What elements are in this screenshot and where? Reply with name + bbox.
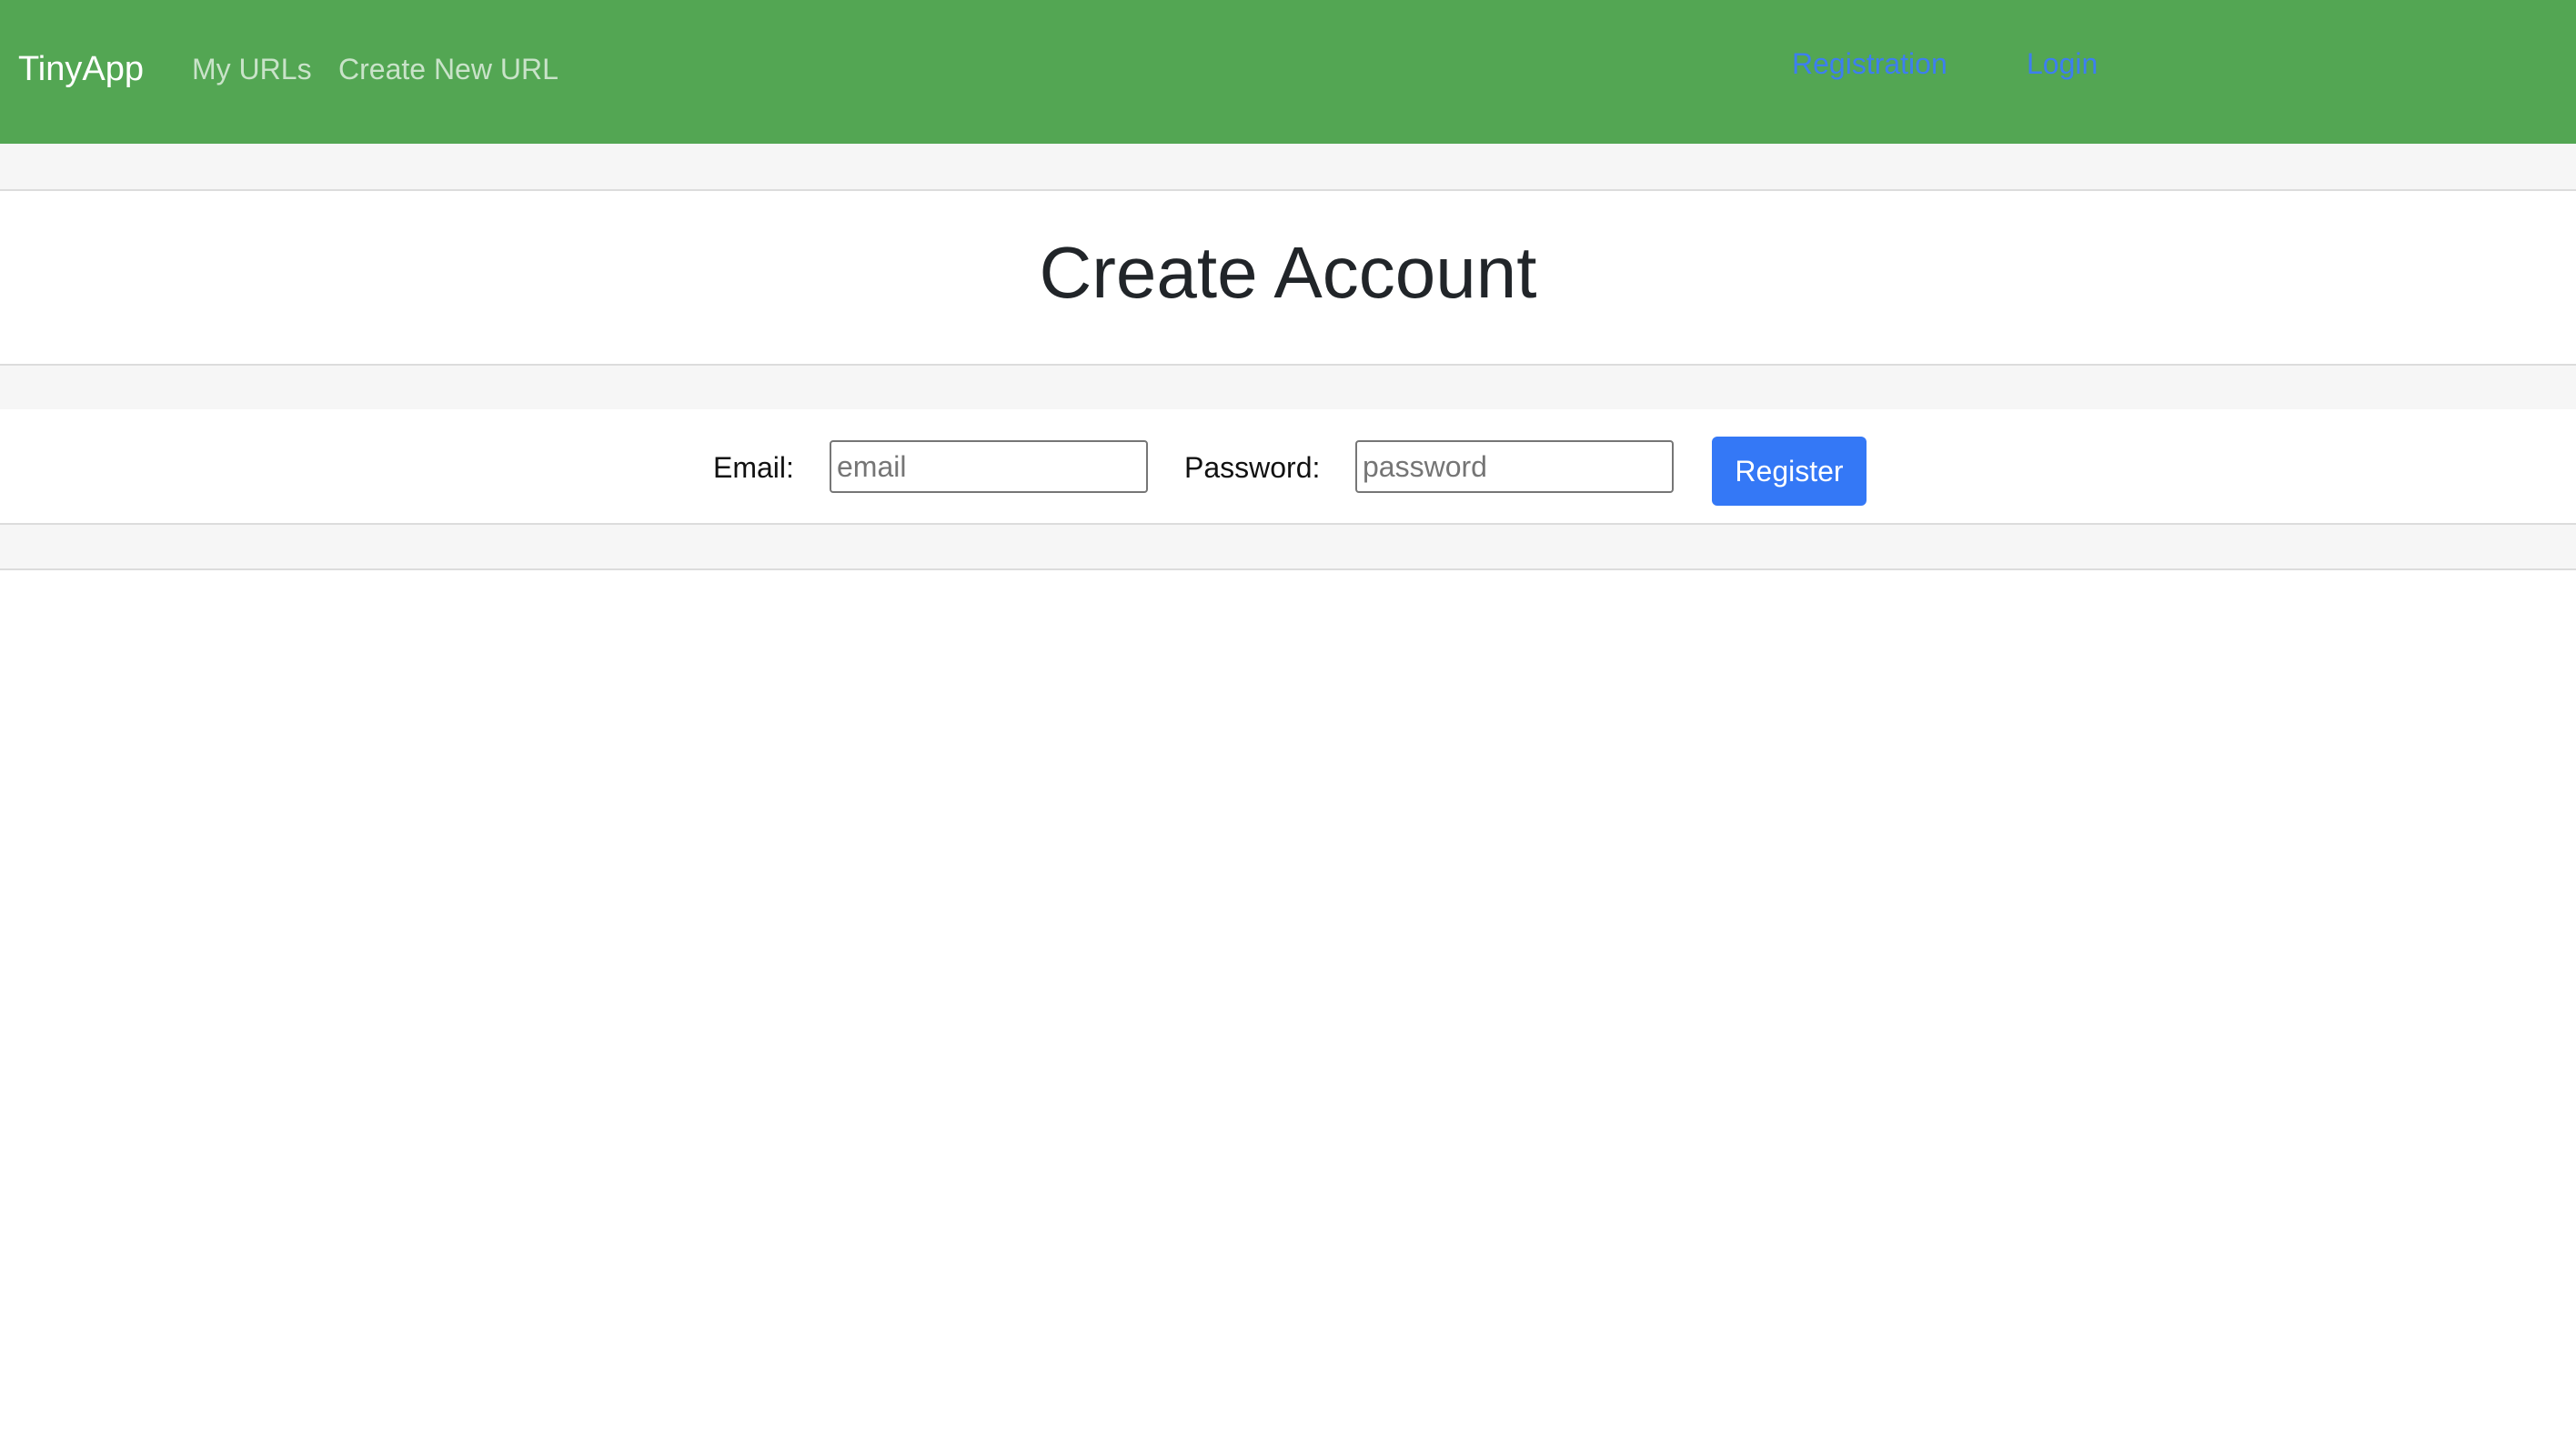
divider — [0, 189, 2576, 191]
middle-spacer-band — [0, 366, 2576, 409]
top-navbar: TinyApp My URLs Create New URL Registrat… — [0, 0, 2576, 144]
register-button[interactable]: Register — [1712, 437, 1867, 506]
password-input[interactable] — [1355, 440, 1674, 493]
bottom-spacer-band — [0, 525, 2576, 568]
password-label: Password: — [1184, 451, 1321, 484]
nav-link-create-new-url[interactable]: Create New URL — [338, 51, 558, 87]
nav-link-my-urls[interactable]: My URLs — [192, 51, 312, 87]
nav-link-login[interactable]: Login — [2027, 45, 2098, 82]
page-title: Create Account — [1039, 232, 1537, 313]
email-label: Email: — [713, 451, 794, 484]
top-spacer-band — [0, 144, 2576, 191]
email-input[interactable] — [830, 440, 1148, 493]
nav-link-registration[interactable]: Registration — [1792, 45, 1947, 82]
divider — [0, 568, 2576, 570]
brand-link[interactable]: TinyApp — [18, 49, 144, 89]
